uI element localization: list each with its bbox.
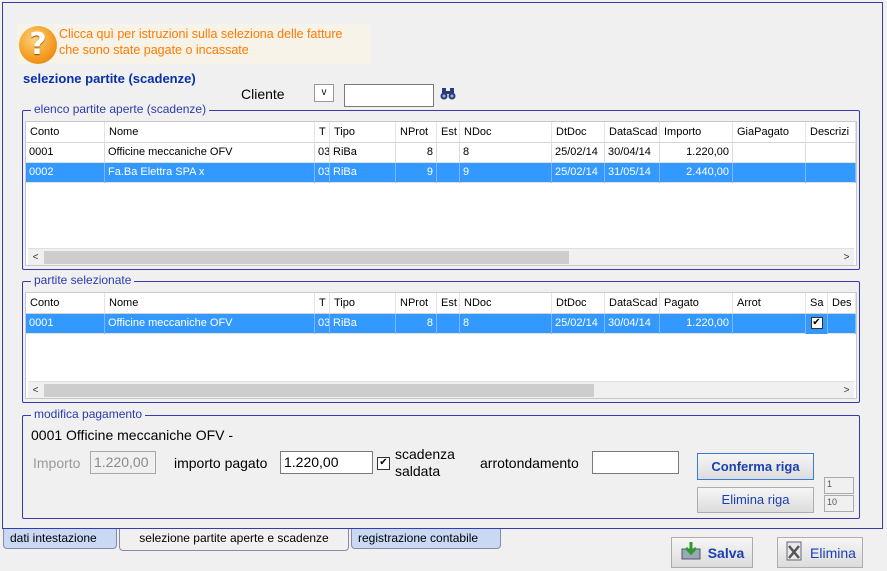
table-row[interactable]: 0001 Officine meccaniche OFV 03 RiBa 8 8… [26, 143, 856, 163]
question-icon[interactable]: ? [19, 26, 57, 64]
counter-box: 1 [824, 477, 854, 494]
selected-items-grid[interactable]: Conto Nome T Tipo NProt Est NDoc DtDoc D… [25, 292, 857, 399]
col-header[interactable]: Nome [105, 293, 315, 314]
open-items-grid[interactable]: Conto Nome T Tipo NProt Est NDoc DtDoc D… [25, 121, 857, 266]
open-items-legend: elenco partite aperte (scadenze) [31, 102, 210, 116]
col-header[interactable]: Des [828, 293, 856, 314]
salva-button[interactable]: Salva [671, 537, 753, 568]
elimina-button[interactable]: Elimina [777, 537, 863, 568]
col-header[interactable]: NProt [396, 293, 437, 314]
col-header[interactable]: NDoc [460, 122, 552, 143]
col-header[interactable]: Est [437, 293, 460, 314]
selected-client-header: 0001 Officine meccaniche OFV - [31, 427, 234, 443]
col-header[interactable]: T [315, 122, 330, 143]
scadenza-saldata-checkbox[interactable]: ✔ [377, 457, 390, 470]
scroll-right-icon[interactable]: > [839, 250, 854, 265]
col-header[interactable]: NProt [396, 122, 437, 143]
col-header[interactable]: Pagato [660, 293, 733, 314]
page-title: selezione partite (scadenze) [23, 71, 196, 86]
importo-pagato-input[interactable]: 1.220,00 [280, 451, 373, 474]
scroll-thumb[interactable] [44, 251, 569, 264]
saldata-checkbox[interactable]: ✔ [810, 317, 823, 330]
scadenza-saldata-label: scadenza saldata [395, 446, 455, 479]
col-header[interactable]: Conto [26, 293, 105, 314]
table-row-selected[interactable]: 0001 Officine meccaniche OFV 03 RiBa 8 8… [26, 314, 856, 334]
counter-box: 10 [824, 495, 854, 512]
col-header[interactable]: DtDoc [552, 122, 605, 143]
conferma-riga-button[interactable]: Conferma riga [697, 453, 814, 480]
selected-items-legend: partite selezionate [31, 273, 135, 287]
col-header[interactable]: Conto [26, 122, 105, 143]
col-header[interactable]: Est [437, 122, 460, 143]
col-header[interactable]: Tipo [330, 122, 396, 143]
help-text[interactable]: Clicca quì per istruzioni sulla selezion… [59, 26, 359, 58]
importo-field: 1.220,00 [90, 451, 156, 474]
cliente-label: Cliente [241, 86, 285, 102]
col-header[interactable]: Nome [105, 122, 315, 143]
col-header[interactable]: Descrizi [806, 122, 856, 143]
scroll-left-icon[interactable]: < [28, 250, 43, 265]
delete-document-icon [784, 540, 804, 565]
binoculars-icon[interactable] [439, 87, 457, 103]
open-items-header: Conto Nome T Tipo NProt Est NDoc DtDoc D… [26, 122, 856, 143]
col-header[interactable]: NDoc [460, 293, 552, 314]
arrotondamento-label: arrotondamento [480, 455, 579, 471]
importo-label: Importo [33, 455, 81, 471]
tab-registrazione-contabile[interactable]: registrazione contabile [351, 529, 501, 549]
main-panel: ? Clicca quì per istruzioni sulla selezi… [2, 2, 883, 529]
col-header[interactable]: Sa [806, 293, 828, 314]
modifica-legend: modifica pagamento [31, 407, 146, 421]
horizontal-scrollbar[interactable]: < > [28, 248, 854, 265]
col-header[interactable]: DataScad [605, 122, 660, 143]
horizontal-scrollbar[interactable]: < > [28, 381, 854, 398]
save-icon [680, 541, 702, 564]
col-header[interactable]: DtDoc [552, 293, 605, 314]
scroll-thumb[interactable] [44, 384, 594, 397]
open-items-group: elenco partite aperte (scadenze) Conto N… [22, 102, 860, 270]
tab-dati-intestazione[interactable]: dati intestazione [3, 529, 117, 549]
cliente-dropdown-button[interactable]: v [314, 84, 334, 102]
cliente-input[interactable] [344, 84, 434, 107]
modifica-pagamento-group: modifica pagamento 0001 Officine meccani… [22, 407, 860, 519]
scroll-left-icon[interactable]: < [28, 383, 43, 398]
col-header[interactable]: Tipo [330, 293, 396, 314]
elimina-riga-button[interactable]: Elimina riga [697, 487, 814, 513]
table-row-selected[interactable]: 0002 Fa.Ba Elettra SPA x 03 RiBa 9 9 25/… [26, 163, 856, 183]
help-box[interactable]: ? Clicca quì per istruzioni sulla selezi… [17, 24, 371, 64]
col-header[interactable]: DataScad [605, 293, 660, 314]
selected-items-group: partite selezionate Conto Nome T Tipo NP… [22, 273, 860, 403]
tab-selezione-partite[interactable]: selezione partite aperte e scadenze [119, 529, 349, 551]
importo-pagato-label: importo pagato [174, 455, 268, 471]
scroll-right-icon[interactable]: > [839, 383, 854, 398]
col-header[interactable]: GiaPagato [733, 122, 806, 143]
col-header[interactable]: T [315, 293, 330, 314]
col-header[interactable]: Arrot [733, 293, 806, 314]
col-header[interactable]: Importo [660, 122, 733, 143]
selected-items-header: Conto Nome T Tipo NProt Est NDoc DtDoc D… [26, 293, 856, 314]
arrotondamento-input[interactable] [592, 451, 679, 474]
